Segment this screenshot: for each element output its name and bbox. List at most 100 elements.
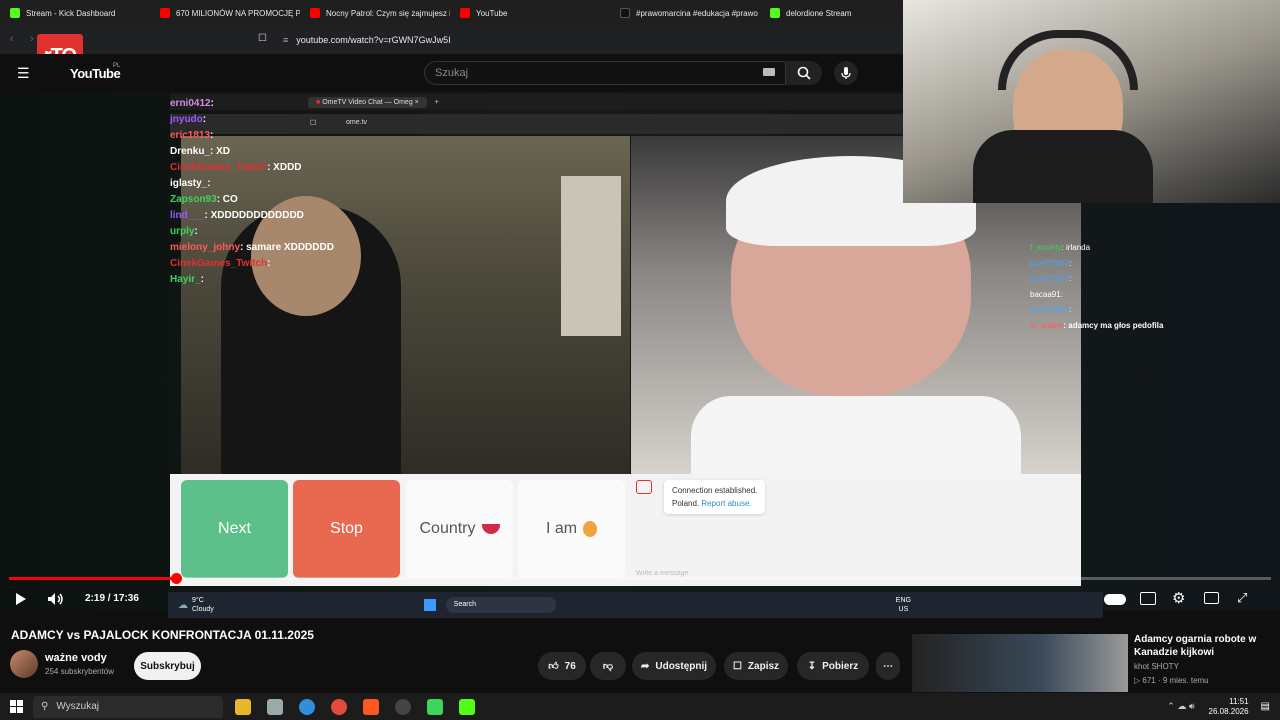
keyboard-icon[interactable] (763, 68, 775, 76)
download-icon: ↧ (807, 660, 817, 672)
app-icon[interactable] (267, 698, 283, 715)
app-icon[interactable] (427, 698, 443, 715)
edge-icon[interactable] (299, 698, 315, 715)
browser-tab[interactable]: #prawomarcina #edukacja #prawo (610, 0, 760, 26)
chrome-icon[interactable] (331, 698, 347, 715)
poland-flag-icon (481, 524, 500, 534)
tray-icons[interactable]: ⌃ ☁ 🔊︎ (1167, 701, 1194, 712)
dislike-button[interactable]: 👎︎ (590, 652, 626, 680)
browser-tab[interactable]: Stream - Kick Dashboard (0, 0, 150, 26)
kick-icon (10, 8, 20, 18)
next-button[interactable]: Next (181, 480, 288, 578)
youtube-icon (310, 8, 320, 18)
play-icon[interactable] (14, 592, 28, 606)
brave-icon[interactable] (363, 698, 379, 715)
progress-bar[interactable] (9, 573, 1271, 584)
download-button[interactable]: ↧ Pobierz (797, 652, 869, 680)
recommended-title[interactable]: Adamcy ogarnia robote w Kanadzie kijkowi (1134, 633, 1274, 659)
miniplayer-icon[interactable] (1204, 592, 1219, 604)
more-icon: ⋯ (883, 660, 893, 672)
autoplay-toggle[interactable] (1104, 594, 1126, 605)
forward-icon[interactable]: › (30, 33, 34, 45)
settings-gear-icon[interactable]: ⚙ (1172, 589, 1185, 607)
browser-tab[interactable]: 670 MILIONÓW NA PROMOCJĘ PO (150, 0, 300, 26)
subscriber-count: 254 subskrybentów (45, 667, 114, 676)
bookmark-icon: ☐ (732, 660, 742, 672)
menu-icon[interactable]: ☰ (17, 65, 30, 82)
chat-message: Zapson93: CO (170, 194, 238, 205)
voice-search-button[interactable] (834, 61, 858, 85)
subscribe-button[interactable]: Subskrybuj (134, 652, 201, 680)
windows-start-icon[interactable] (10, 700, 23, 713)
kick-icon[interactable] (459, 698, 475, 715)
tiktok-icon (620, 8, 630, 18)
site-info-icon: ≡ (283, 35, 289, 45)
recommended-thumbnail (912, 634, 1128, 692)
thumbs-down-icon: 👎︎ (602, 661, 614, 672)
scrubber-handle[interactable] (170, 573, 182, 584)
browser-tab-active[interactable]: YouTube (450, 0, 610, 26)
youtube-icon (160, 8, 170, 18)
youtube-header: ☰ YouTube PL Szukaj (0, 54, 903, 92)
headphones (998, 30, 1138, 90)
share-icon: ➦ (640, 660, 650, 672)
browser-tab[interactable]: Nocny Patrol: Czym się zajmujesz i (300, 0, 450, 26)
channel-avatar[interactable] (10, 650, 38, 678)
notifications-icon[interactable]: ▤ (1261, 701, 1270, 712)
chat-message: CinekGames_Twitch: (170, 258, 271, 269)
obs-icon[interactable] (395, 698, 411, 715)
recommended-video[interactable] (912, 634, 1128, 692)
clock[interactable]: 11:51 26.08.2026 (1209, 697, 1249, 717)
chat-message: eric1813: (170, 130, 214, 141)
streamer-webcam (903, 0, 1280, 203)
youtube-icon (460, 8, 470, 18)
chat-message: Hayir_: (170, 274, 204, 285)
chat-message: urply: (170, 226, 198, 237)
chat-message: erni0412: (170, 98, 214, 109)
back-icon[interactable]: ‹ (10, 33, 14, 45)
person-emoji-icon (583, 521, 598, 537)
file-explorer-icon[interactable] (235, 698, 251, 715)
browser-tab[interactable]: delordione Stream (760, 0, 860, 26)
new-tab-icon: + (434, 98, 439, 106)
taskbar-search[interactable]: ⚲ Wyszukaj (33, 695, 223, 718)
streamer-shirt (973, 130, 1153, 203)
browser-tab-bar: Stream - Kick Dashboard 670 MILIONÓW NA … (0, 0, 903, 26)
stream-chat: erni0412: jnyudo: eric1813: Drenku_: XD … (170, 96, 334, 288)
search-icon (797, 66, 811, 80)
microphone-icon (841, 67, 851, 79)
chat-message: jozef71307: (1030, 305, 1072, 314)
chat-message: bacaa91: (1030, 289, 1063, 299)
report-abuse-link[interactable]: Report abuse. (701, 499, 751, 508)
more-actions-button[interactable]: ⋯ (876, 652, 900, 680)
fullscreen-icon[interactable]: ⤢ (1237, 590, 1247, 606)
url-field[interactable]: ≡ youtube.com/watch?v=rGWN7GwJw5I (283, 31, 903, 49)
progress-fill (9, 577, 176, 580)
chat-message: Drenku_: XD (170, 146, 231, 157)
windows-taskbar: ⚲ Wyszukaj ⌃ ☁ 🔊︎ 11:51 26.08.2026 ▤ (0, 693, 1280, 720)
time-display: 2:19 / 17:36 (85, 593, 139, 604)
volume-icon[interactable] (47, 592, 65, 606)
subtitles-icon[interactable] (1140, 592, 1156, 605)
channel-row: ważne vody 254 subskrybentów Subskrybuj … (10, 650, 900, 686)
bookmark-icon[interactable]: ☐ (258, 33, 267, 44)
share-button[interactable]: ➦ Udostępnij (632, 652, 716, 680)
address-bar: ‹ › ☐ ≡ youtube.com/watch?v=rGWN7GwJw5I (0, 26, 903, 54)
chat-message: jnyudo: (170, 114, 207, 125)
chat-message: CinekGames_Twitch: XDDD (170, 162, 302, 173)
region-code: PL (113, 63, 121, 69)
channel-name[interactable]: ważne vody (45, 652, 107, 664)
gender-button[interactable]: I am (518, 480, 625, 578)
save-button[interactable]: ☐ Zapisz (724, 652, 788, 680)
side-chat: f_society: irlanda jozef71307: jozef7130… (1030, 240, 1163, 333)
stop-button[interactable]: Stop (293, 480, 400, 578)
chat-message: fx_ombre: adamcy ma głos pedofila (1030, 320, 1164, 330)
video-title: ADAMCY vs PAJALOCK KONFRONTACJA 01.11.20… (11, 628, 314, 642)
country-button[interactable]: Country (406, 480, 513, 578)
shirt (691, 396, 1021, 474)
chat-message: jozef71307: (1030, 258, 1072, 268)
like-button[interactable]: 👍︎ 76 (538, 652, 586, 680)
search-input[interactable]: Szukaj (424, 61, 786, 85)
search-button[interactable] (786, 61, 822, 85)
recommended-channel: khot SHOTY (1134, 662, 1179, 671)
